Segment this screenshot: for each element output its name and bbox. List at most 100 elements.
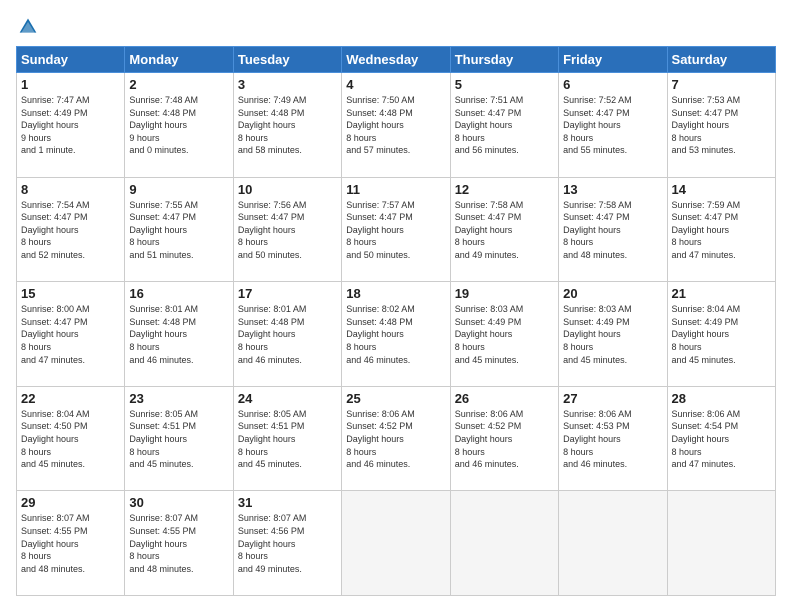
calendar-cell: 5 Sunrise: 7:51 AMSunset: 4:47 PMDaylight… — [450, 73, 558, 178]
day-number: 31 — [238, 495, 337, 510]
calendar-week-4: 22 Sunrise: 8:04 AMSunset: 4:50 PMDayligh… — [17, 386, 776, 491]
day-info: Sunrise: 7:56 AMSunset: 4:47 PMDaylight … — [238, 199, 337, 262]
weekday-header-monday: Monday — [125, 47, 233, 73]
calendar-cell: 23 Sunrise: 8:05 AMSunset: 4:51 PMDayligh… — [125, 386, 233, 491]
day-number: 18 — [346, 286, 445, 301]
logo — [16, 16, 38, 36]
day-number: 21 — [672, 286, 771, 301]
day-info: Sunrise: 7:58 AMSunset: 4:47 PMDaylight … — [455, 199, 554, 262]
calendar-cell — [450, 491, 558, 596]
weekday-header-friday: Friday — [559, 47, 667, 73]
day-info: Sunrise: 8:03 AMSunset: 4:49 PMDaylight … — [563, 303, 662, 366]
calendar-cell: 7 Sunrise: 7:53 AMSunset: 4:47 PMDaylight… — [667, 73, 775, 178]
day-number: 20 — [563, 286, 662, 301]
calendar-cell: 14 Sunrise: 7:59 AMSunset: 4:47 PMDayligh… — [667, 177, 775, 282]
calendar-cell: 3 Sunrise: 7:49 AMSunset: 4:48 PMDaylight… — [233, 73, 341, 178]
calendar-week-5: 29 Sunrise: 8:07 AMSunset: 4:55 PMDayligh… — [17, 491, 776, 596]
day-number: 30 — [129, 495, 228, 510]
day-info: Sunrise: 7:49 AMSunset: 4:48 PMDaylight … — [238, 94, 337, 157]
day-number: 6 — [563, 77, 662, 92]
calendar-cell: 18 Sunrise: 8:02 AMSunset: 4:48 PMDayligh… — [342, 282, 450, 387]
day-number: 3 — [238, 77, 337, 92]
day-number: 29 — [21, 495, 120, 510]
day-info: Sunrise: 8:07 AMSunset: 4:56 PMDaylight … — [238, 512, 337, 575]
calendar-cell — [667, 491, 775, 596]
calendar-cell: 27Sunrise: 8:06 AMSunset: 4:53 PMDayligh… — [559, 386, 667, 491]
weekday-header-wednesday: Wednesday — [342, 47, 450, 73]
calendar-table: SundayMondayTuesdayWednesdayThursdayFrid… — [16, 46, 776, 596]
day-info: Sunrise: 8:05 AMSunset: 4:51 PMDaylight … — [129, 408, 228, 471]
calendar-cell: 28Sunrise: 8:06 AMSunset: 4:54 PMDayligh… — [667, 386, 775, 491]
calendar-cell: 20 Sunrise: 8:03 AMSunset: 4:49 PMDayligh… — [559, 282, 667, 387]
calendar-cell: 9Sunrise: 7:55 AMSunset: 4:47 PMDaylight… — [125, 177, 233, 282]
calendar-cell: 22 Sunrise: 8:04 AMSunset: 4:50 PMDayligh… — [17, 386, 125, 491]
day-number: 22 — [21, 391, 120, 406]
calendar-cell: 10 Sunrise: 7:56 AMSunset: 4:47 PMDayligh… — [233, 177, 341, 282]
page: SundayMondayTuesdayWednesdayThursdayFrid… — [0, 0, 792, 612]
day-info: Sunrise: 8:04 AMSunset: 4:50 PMDaylight … — [21, 408, 120, 471]
day-info: Sunrise: 8:03 AMSunset: 4:49 PMDaylight … — [455, 303, 554, 366]
calendar-cell: 15 Sunrise: 8:00 AMSunset: 4:47 PMDayligh… — [17, 282, 125, 387]
day-info: Sunrise: 8:07 AMSunset: 4:55 PMDaylight … — [21, 512, 120, 575]
calendar-cell: 1Sunrise: 7:47 AMSunset: 4:49 PMDaylight… — [17, 73, 125, 178]
day-info: Sunrise: 7:50 AMSunset: 4:48 PMDaylight … — [346, 94, 445, 157]
calendar-cell: 21 Sunrise: 8:04 AMSunset: 4:49 PMDayligh… — [667, 282, 775, 387]
day-info: Sunrise: 7:58 AMSunset: 4:47 PMDaylight … — [563, 199, 662, 262]
day-number: 26 — [455, 391, 554, 406]
day-number: 14 — [672, 182, 771, 197]
calendar-cell: 4 Sunrise: 7:50 AMSunset: 4:48 PMDaylight… — [342, 73, 450, 178]
calendar-cell: 24 Sunrise: 8:05 AMSunset: 4:51 PMDayligh… — [233, 386, 341, 491]
calendar-cell — [559, 491, 667, 596]
calendar-header-row: SundayMondayTuesdayWednesdayThursdayFrid… — [17, 47, 776, 73]
day-info: Sunrise: 8:05 AMSunset: 4:51 PMDaylight … — [238, 408, 337, 471]
calendar-cell: 30Sunrise: 8:07 AMSunset: 4:55 PMDayligh… — [125, 491, 233, 596]
day-info: Sunrise: 7:53 AMSunset: 4:47 PMDaylight … — [672, 94, 771, 157]
day-number: 25 — [346, 391, 445, 406]
day-number: 17 — [238, 286, 337, 301]
day-number: 8 — [21, 182, 120, 197]
calendar-cell: 25 Sunrise: 8:06 AMSunset: 4:52 PMDayligh… — [342, 386, 450, 491]
day-info: Sunrise: 7:57 AMSunset: 4:47 PMDaylight … — [346, 199, 445, 262]
header — [16, 16, 776, 36]
day-number: 10 — [238, 182, 337, 197]
weekday-header-sunday: Sunday — [17, 47, 125, 73]
day-info: Sunrise: 8:04 AMSunset: 4:49 PMDaylight … — [672, 303, 771, 366]
day-info: Sunrise: 7:54 AMSunset: 4:47 PMDaylight … — [21, 199, 120, 262]
day-info: Sunrise: 8:06 AMSunset: 4:52 PMDaylight … — [346, 408, 445, 471]
day-number: 5 — [455, 77, 554, 92]
weekday-header-tuesday: Tuesday — [233, 47, 341, 73]
calendar-cell: 26 Sunrise: 8:06 AMSunset: 4:52 PMDayligh… — [450, 386, 558, 491]
day-number: 12 — [455, 182, 554, 197]
weekday-header-saturday: Saturday — [667, 47, 775, 73]
calendar-week-1: 1Sunrise: 7:47 AMSunset: 4:49 PMDaylight… — [17, 73, 776, 178]
day-number: 11 — [346, 182, 445, 197]
day-info: Sunrise: 7:51 AMSunset: 4:47 PMDaylight … — [455, 94, 554, 157]
day-info: Sunrise: 8:06 AMSunset: 4:52 PMDaylight … — [455, 408, 554, 471]
day-info: Sunrise: 8:06 AMSunset: 4:53 PMDaylight … — [563, 408, 662, 471]
day-number: 4 — [346, 77, 445, 92]
day-info: Sunrise: 8:01 AMSunset: 4:48 PMDaylight … — [129, 303, 228, 366]
calendar-cell: 2 Sunrise: 7:48 AMSunset: 4:48 PMDaylight… — [125, 73, 233, 178]
day-info: Sunrise: 8:00 AMSunset: 4:47 PMDaylight … — [21, 303, 120, 366]
weekday-header-thursday: Thursday — [450, 47, 558, 73]
calendar-cell: 12 Sunrise: 7:58 AMSunset: 4:47 PMDayligh… — [450, 177, 558, 282]
day-number: 9 — [129, 182, 228, 197]
day-info: Sunrise: 8:01 AMSunset: 4:48 PMDaylight … — [238, 303, 337, 366]
day-number: 16 — [129, 286, 228, 301]
day-number: 15 — [21, 286, 120, 301]
day-info: Sunrise: 7:59 AMSunset: 4:47 PMDaylight … — [672, 199, 771, 262]
day-number: 28 — [672, 391, 771, 406]
day-number: 24 — [238, 391, 337, 406]
day-info: Sunrise: 7:48 AMSunset: 4:48 PMDaylight … — [129, 94, 228, 157]
calendar-cell — [342, 491, 450, 596]
day-info: Sunrise: 7:52 AMSunset: 4:47 PMDaylight … — [563, 94, 662, 157]
calendar-cell: 31 Sunrise: 8:07 AMSunset: 4:56 PMDayligh… — [233, 491, 341, 596]
day-number: 7 — [672, 77, 771, 92]
day-number: 23 — [129, 391, 228, 406]
calendar-cell: 16 Sunrise: 8:01 AMSunset: 4:48 PMDayligh… — [125, 282, 233, 387]
calendar-cell: 29 Sunrise: 8:07 AMSunset: 4:55 PMDayligh… — [17, 491, 125, 596]
day-info: Sunrise: 8:02 AMSunset: 4:48 PMDaylight … — [346, 303, 445, 366]
calendar-cell: 11 Sunrise: 7:57 AMSunset: 4:47 PMDayligh… — [342, 177, 450, 282]
day-number: 2 — [129, 77, 228, 92]
calendar-cell: 13Sunrise: 7:58 AMSunset: 4:47 PMDayligh… — [559, 177, 667, 282]
